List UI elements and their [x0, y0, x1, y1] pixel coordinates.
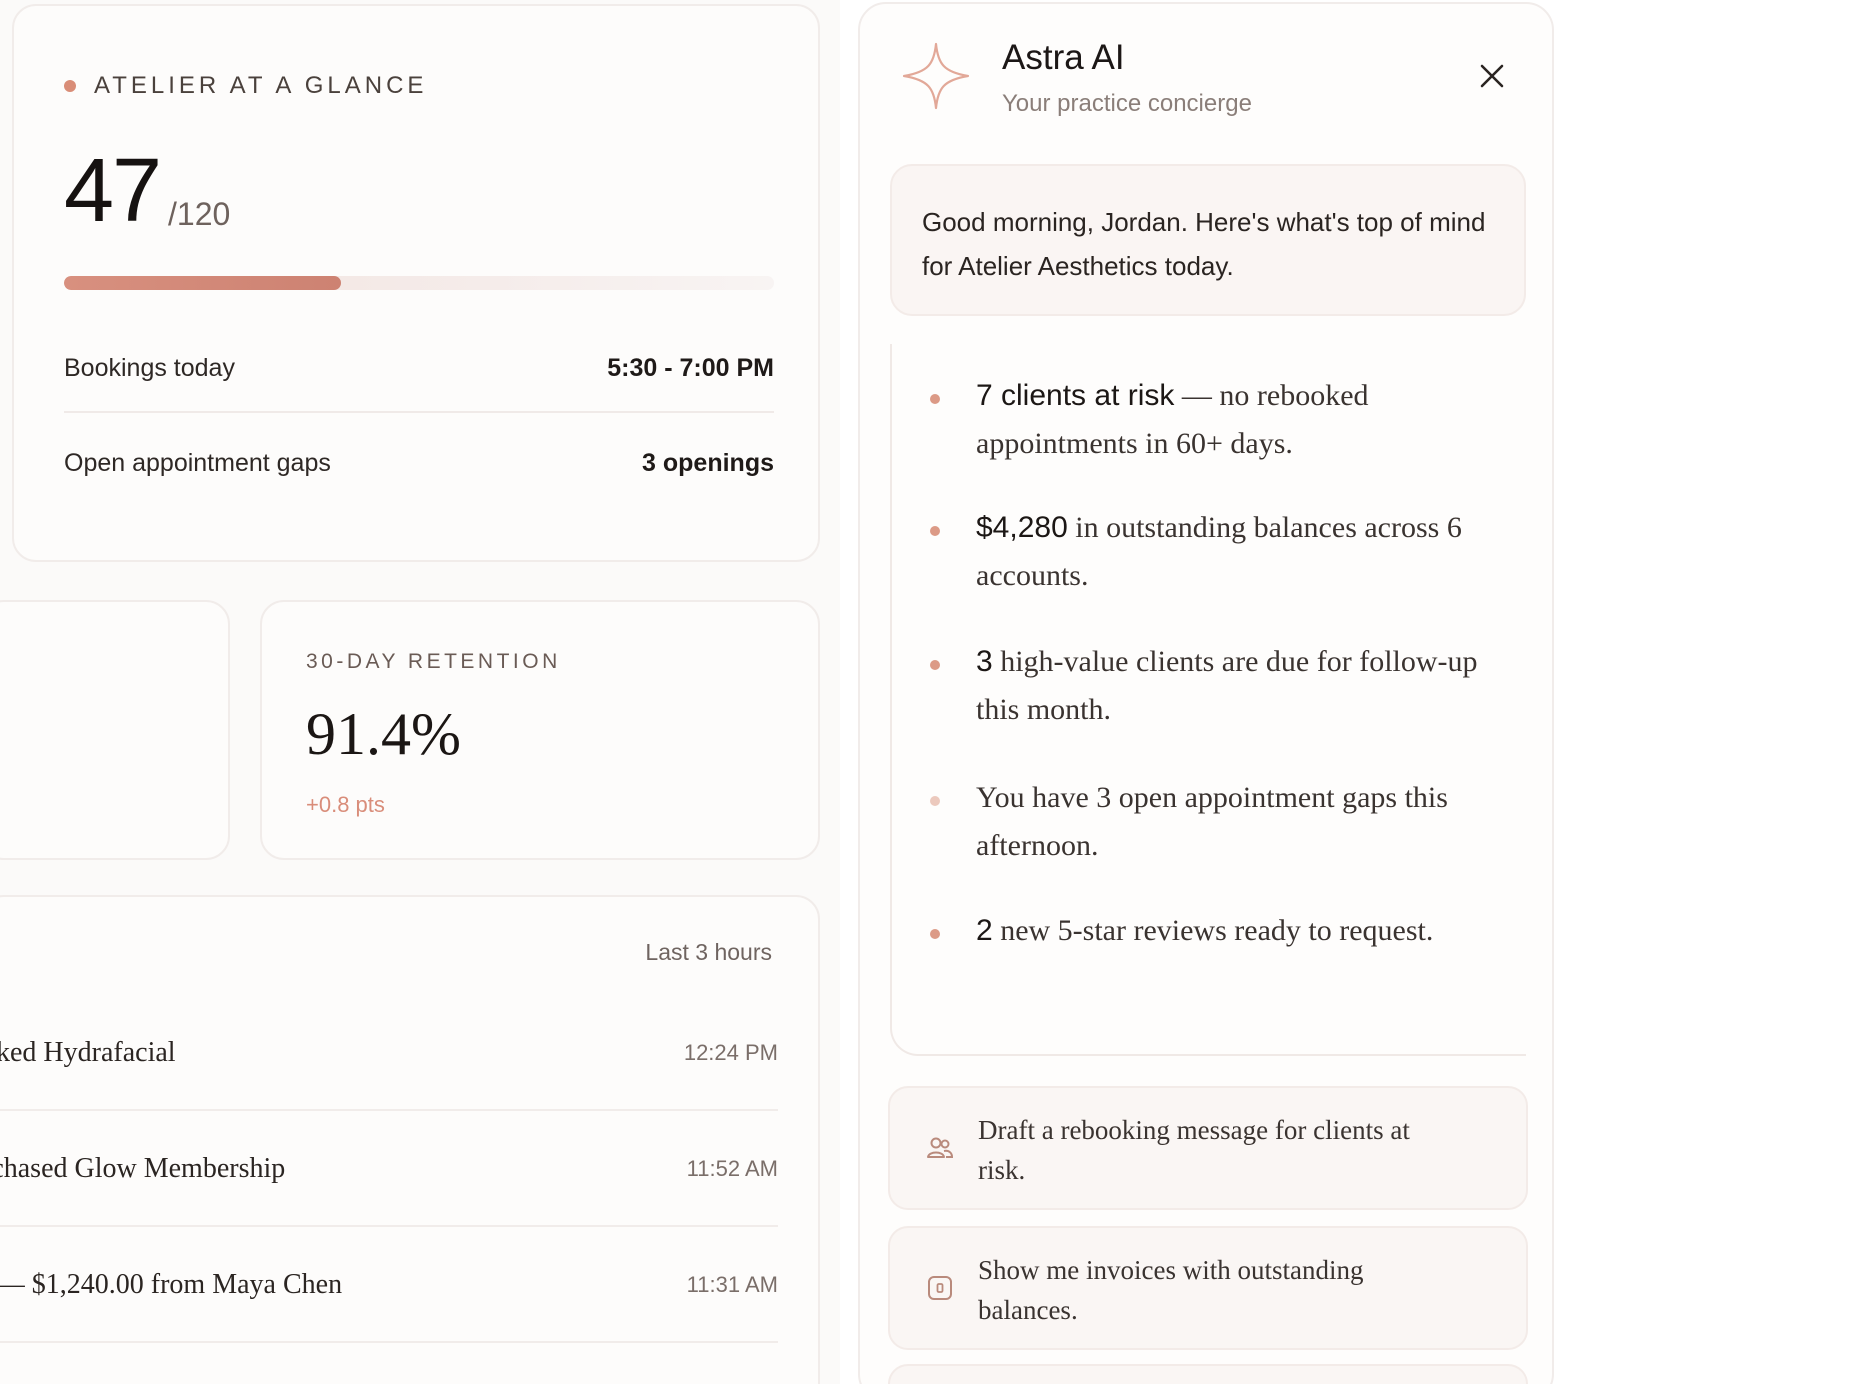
- suggestion-invoices-button[interactable]: Show me invoices with outstanding balanc…: [888, 1226, 1528, 1350]
- activity-row[interactable]: l — $1,240.00 from Maya Chen 11:31 AM: [0, 1269, 778, 1301]
- stat-label: Bookings today: [64, 354, 235, 382]
- capacity-progress-bar: [64, 276, 774, 290]
- capacity-progress-fill: [64, 276, 341, 290]
- activity-card: Last 3 hours oked Hydrafacial 12:24 PM r…: [0, 895, 820, 1384]
- suggestion-rebooking-button[interactable]: Draft a rebooking message for clients at…: [888, 1086, 1528, 1210]
- insight-item: You have 3 open appointment gaps this af…: [930, 774, 1496, 870]
- insight-text: You have 3 open appointment gaps this af…: [976, 781, 1448, 862]
- bullet-icon: [930, 526, 940, 536]
- insight-highlight: 7 clients at risk: [976, 379, 1175, 412]
- bookings-count: 47: [64, 141, 162, 241]
- insight-highlight: $4,280: [976, 511, 1068, 544]
- assistant-greeting: Good morning, Jordan. Here's what's top …: [890, 164, 1526, 316]
- insight-highlight: 2: [976, 914, 993, 947]
- retention-label: 30-DAY RETENTION: [306, 650, 561, 673]
- app-canvas: ATELIER AT A GLANCE 47 /120 Bookings tod…: [0, 0, 1872, 1384]
- activity-text: l — $1,240.00 from Maya Chen: [0, 1269, 343, 1300]
- insight-item: 3 high-value clients are due for follow-…: [930, 638, 1496, 734]
- activity-text: oked Hydrafacial: [0, 1037, 176, 1068]
- activity-row[interactable]: rchased Glow Membership 11:52 AM: [0, 1153, 778, 1185]
- row-divider: [0, 1341, 778, 1343]
- insight-text: high-value clients are due for follow-up…: [976, 645, 1478, 726]
- activity-text: rchased Glow Membership: [0, 1153, 286, 1184]
- bookings-capacity: /120: [168, 196, 231, 232]
- invoice-icon: [924, 1272, 956, 1304]
- metric-card-partial: [0, 600, 230, 860]
- sparkle-icon: [900, 40, 972, 112]
- suggestion-partial-button[interactable]: [888, 1364, 1528, 1384]
- bullet-icon: [930, 660, 940, 670]
- row-divider: [0, 1225, 778, 1227]
- assistant-tagline: Your practice concierge: [1002, 90, 1252, 117]
- insight-item: $4,280 in outstanding balances across 6 …: [930, 504, 1496, 600]
- activity-time: 12:24 PM: [683, 1040, 778, 1065]
- stat-value: 5:30 - 7:00 PM: [607, 354, 774, 382]
- row-divider: [0, 1109, 778, 1111]
- people-icon: [924, 1132, 956, 1164]
- insight-list: 7 clients at risk — no rebooked appointm…: [890, 344, 1526, 1056]
- retention-card: 30-DAY RETENTION 91.4% +0.8 pts: [260, 600, 820, 860]
- assistant-panel: Astra AI Your practice concierge Good mo…: [858, 2, 1554, 1384]
- activity-row[interactable]: oked Hydrafacial 12:24 PM: [0, 1037, 778, 1069]
- retention-value: 91.4%: [306, 701, 461, 767]
- stat-label: Open appointment gaps: [64, 449, 331, 477]
- activity-range: Last 3 hours: [645, 939, 772, 965]
- activity-time: 11:31 AM: [686, 1272, 778, 1297]
- insight-highlight: 3: [976, 645, 993, 678]
- suggestion-text: Show me invoices with outstanding balanc…: [978, 1255, 1364, 1325]
- bullet-icon: [930, 394, 940, 404]
- close-icon[interactable]: [1476, 60, 1508, 92]
- insight-item: 7 clients at risk — no rebooked appointm…: [930, 372, 1496, 468]
- stat-row-gaps: Open appointment gaps 3 openings: [64, 449, 774, 478]
- bullet-icon: [930, 929, 940, 939]
- retention-delta: +0.8 pts: [306, 792, 385, 817]
- glance-eyebrow: ATELIER AT A GLANCE: [94, 72, 428, 99]
- assistant-name: Astra AI: [1002, 38, 1125, 77]
- stat-row-bookings: Bookings today 5:30 - 7:00 PM: [64, 354, 774, 383]
- activity-time: 11:52 AM: [686, 1156, 778, 1181]
- stat-value: 3 openings: [642, 449, 774, 477]
- bullet-icon: [930, 796, 940, 806]
- glance-header: ATELIER AT A GLANCE: [64, 72, 427, 100]
- suggestion-text: Draft a rebooking message for clients at…: [978, 1115, 1410, 1185]
- accent-dot-icon: [64, 80, 76, 92]
- glance-card: ATELIER AT A GLANCE 47 /120 Bookings tod…: [12, 4, 820, 562]
- insight-text: new 5-star reviews ready to request.: [992, 914, 1434, 947]
- insight-item: 2 new 5-star reviews ready to request.: [930, 907, 1496, 955]
- row-divider: [64, 411, 774, 413]
